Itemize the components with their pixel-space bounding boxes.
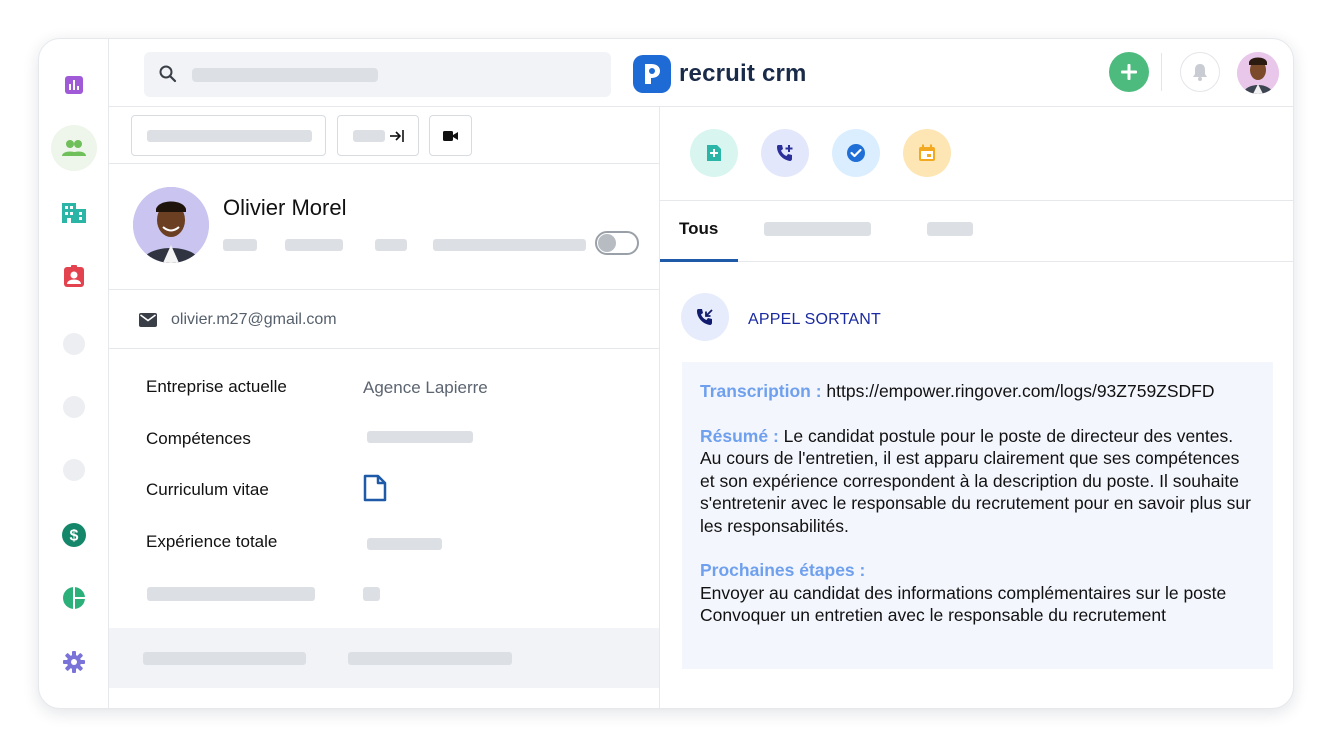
sidebar-item-placeholder[interactable] [51, 384, 97, 430]
dollar-icon: $ [62, 523, 86, 547]
toolbar-dropdown-button[interactable] [131, 115, 326, 156]
toggle-knob [598, 234, 616, 252]
call-note: Transcription : https://empower.ringover… [682, 362, 1273, 669]
building-icon [62, 203, 86, 223]
placeholder-bar [143, 652, 306, 665]
tab-label: Tous [679, 219, 719, 238]
toolbar-export-button[interactable] [337, 115, 419, 156]
calendar-icon [919, 144, 935, 161]
placeholder-icon [63, 459, 85, 481]
search-input[interactable] [144, 52, 611, 97]
video-camera-icon [443, 131, 458, 141]
sidebar-item-contacts[interactable] [51, 253, 97, 299]
id-badge-icon [64, 265, 84, 287]
placeholder-bar [367, 431, 473, 443]
mail-icon [139, 313, 157, 327]
footer-strip [109, 628, 659, 688]
sidebar-item-analytics[interactable] [51, 575, 97, 621]
placeholder-bar [147, 130, 312, 142]
note-plus-icon [707, 145, 721, 161]
search-icon [159, 65, 177, 83]
placeholder-bar [223, 239, 257, 251]
transcription-link[interactable]: https://empower.ringover.com/logs/93Z759… [826, 381, 1214, 401]
call-type-label: APPEL SORTANT [748, 311, 882, 328]
user-avatar[interactable] [1237, 52, 1279, 94]
transcription-label: Transcription : [700, 381, 822, 401]
add-note-button[interactable] [690, 129, 738, 177]
summary-paragraph: Résumé : Le candidat postule pour le pos… [700, 425, 1255, 538]
next-steps-label: Prochaines étapes : [700, 560, 866, 580]
add-task-button[interactable] [832, 129, 880, 177]
field-label-experience: Expérience totale [146, 532, 278, 551]
divider [1161, 53, 1162, 91]
tab-placeholder[interactable] [764, 222, 871, 236]
check-circle-icon [847, 144, 865, 162]
status-toggle[interactable] [595, 231, 639, 255]
top-bar: recruit crm [109, 39, 1293, 107]
placeholder-icon [63, 333, 85, 355]
add-button[interactable] [1109, 52, 1149, 92]
brand: recruit crm [633, 55, 807, 93]
sidebar: $ [39, 39, 109, 708]
placeholder-bar [375, 239, 407, 251]
placeholder-bar [433, 239, 586, 251]
sidebar-item-placeholder[interactable] [51, 447, 97, 493]
placeholder-bar [363, 587, 380, 601]
people-icon [62, 140, 86, 156]
plus-icon [1121, 64, 1137, 80]
summary-text: Le candidat postule pour le poste de dir… [700, 425, 1251, 536]
placeholder-icon [63, 396, 85, 418]
candidate-email[interactable]: olivier.m27@gmail.com [171, 311, 337, 329]
video-call-button[interactable] [429, 115, 472, 156]
placeholder-bar [285, 239, 343, 251]
log-call-button[interactable] [761, 129, 809, 177]
svg-text:$: $ [70, 528, 79, 545]
tab-placeholder[interactable] [927, 222, 973, 236]
sidebar-item-companies[interactable] [51, 190, 97, 236]
bar-chart-icon [65, 76, 83, 94]
transcription-line: Transcription : https://empower.ringover… [700, 380, 1255, 403]
search-placeholder [192, 68, 378, 82]
candidate-panel: Olivier Morel olivier.m27@gmail.com Entr… [109, 107, 660, 708]
sidebar-item-placeholder[interactable] [51, 321, 97, 367]
divider [109, 348, 659, 349]
pie-chart-icon [63, 587, 85, 609]
next-step-item: Convoquer un entretien avec le responsab… [700, 605, 1166, 625]
candidate-avatar [133, 187, 209, 263]
brand-name: recruit crm [679, 60, 807, 87]
candidate-name: Olivier Morel [223, 195, 347, 220]
divider [109, 289, 659, 290]
document-icon[interactable] [363, 474, 387, 502]
summary-label: Résumé : [700, 425, 779, 446]
brand-logo-icon [633, 55, 671, 93]
field-label-skills: Compétences [146, 429, 251, 448]
tab-all[interactable]: Tous [660, 201, 738, 262]
next-step-item: Envoyer au candidat des informations com… [700, 582, 1227, 603]
divider [109, 163, 659, 164]
schedule-meeting-button[interactable] [903, 129, 951, 177]
app-window: $ recruit crm Olivier Morel olivier.m27@… [38, 38, 1294, 709]
sidebar-item-candidates[interactable] [51, 125, 97, 171]
field-label-company: Entreprise actuelle [146, 377, 287, 396]
placeholder-bar [353, 130, 385, 142]
field-label-resume: Curriculum vitae [146, 480, 269, 499]
activity-panel: Tous APPEL SORTANT Transcription : https… [660, 107, 1293, 708]
placeholder-bar [367, 538, 442, 550]
bell-icon [1193, 64, 1207, 81]
placeholder-bar [147, 587, 315, 601]
outgoing-call-icon [681, 293, 729, 341]
sidebar-item-reports[interactable] [51, 62, 97, 108]
field-value-company: Agence Lapierre [363, 378, 488, 397]
gear-icon [63, 651, 85, 673]
notifications-button[interactable] [1180, 52, 1220, 92]
next-steps: Prochaines étapes : Envoyer au candidat … [700, 559, 1255, 627]
activity-tabs: Tous [660, 200, 1293, 262]
placeholder-bar [348, 652, 512, 665]
phone-plus-icon [777, 145, 793, 161]
sidebar-item-billing[interactable]: $ [51, 512, 97, 558]
sidebar-item-settings[interactable] [51, 639, 97, 685]
arrow-to-line-icon [390, 130, 404, 142]
